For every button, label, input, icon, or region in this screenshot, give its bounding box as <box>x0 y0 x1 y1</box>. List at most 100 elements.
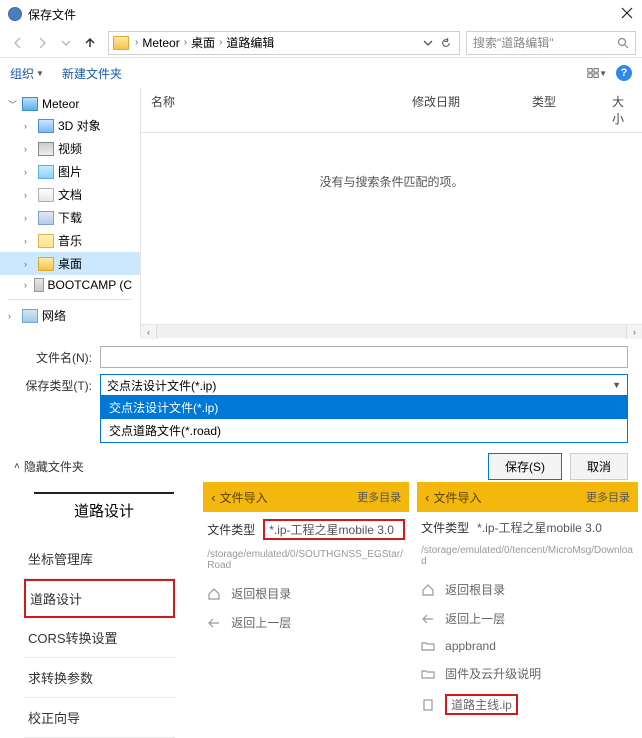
panel-header: ‹ 文件导入 更多目录 <box>417 482 638 512</box>
file-name: 道路主线.ip <box>445 694 518 715</box>
filename-label: 文件名(N): <box>14 349 100 366</box>
sidebar-item-drive-c[interactable]: ›BOOTCAMP (C <box>0 275 140 295</box>
filetype-value[interactable]: *.ip-工程之星mobile 3.0 <box>477 519 634 536</box>
panel-title: 文件导入 <box>220 489 268 506</box>
sidebar-item-downloads[interactable]: ›下载 <box>0 206 140 229</box>
scroll-right-icon[interactable]: › <box>626 325 642 339</box>
sidebar-item-video[interactable]: ›视频 <box>0 137 140 160</box>
home-icon <box>421 583 435 597</box>
document-icon <box>38 188 54 202</box>
organize-button[interactable]: 组织▼ <box>10 65 44 82</box>
empty-message: 没有与搜索条件匹配的项。 <box>141 133 642 324</box>
hide-folders-toggle[interactable]: ˄ 隐藏文件夹 <box>14 458 84 475</box>
file-item[interactable]: 道路主线.ip <box>417 688 638 721</box>
download-icon <box>38 211 54 225</box>
go-up-button[interactable]: 返回上一层 <box>417 604 638 633</box>
menu-item-cors[interactable]: CORS转换设置 <box>24 618 175 658</box>
current-path: /storage/emulated/0/SOUTHGNSS_EGStar/Roa… <box>203 547 409 579</box>
filetype-value[interactable]: *.ip-工程之星mobile 3.0 <box>263 519 405 540</box>
sidebar-item-desktop[interactable]: ›桌面 <box>0 252 140 275</box>
filename-input[interactable] <box>100 346 628 368</box>
breadcrumb-item[interactable]: Meteor <box>140 36 181 50</box>
app-icon <box>8 7 22 21</box>
folder-icon <box>421 639 435 653</box>
music-icon <box>38 234 54 248</box>
sidebar-item-documents[interactable]: ›文档 <box>0 183 140 206</box>
horizontal-scrollbar[interactable]: ‹ › <box>141 324 642 338</box>
close-button[interactable] <box>620 6 634 23</box>
column-type[interactable]: 类型 <box>522 88 602 132</box>
chevron-right-icon: › <box>182 37 189 48</box>
breadcrumb-item[interactable]: 道路编辑 <box>224 34 276 51</box>
filetype-label: 保存类型(T): <box>14 377 100 394</box>
search-placeholder: 搜索"道路编辑" <box>473 34 554 51</box>
menu-title: 道路设计 <box>34 492 174 529</box>
new-folder-button[interactable]: 新建文件夹 <box>62 65 122 82</box>
filetype-label: 文件类型 <box>207 521 257 538</box>
back-icon[interactable]: ‹ <box>211 490 215 505</box>
column-date[interactable]: 修改日期 <box>402 88 522 132</box>
column-size[interactable]: 大小 <box>602 88 642 132</box>
panel-header: ‹ 文件导入 更多目录 <box>203 482 409 512</box>
filetype-select[interactable]: 交点法设计文件(*.ip) ▼ <box>100 374 628 396</box>
sidebar-item-music[interactable]: ›音乐 <box>0 229 140 252</box>
menu-item-calibration[interactable]: 校正向导 <box>24 698 175 738</box>
file-icon <box>421 698 435 712</box>
nav-back-button[interactable] <box>6 31 30 55</box>
menu-item-road-design[interactable]: 道路设计 <box>24 579 175 618</box>
nav-forward-button[interactable] <box>30 31 54 55</box>
chevron-right-icon: › <box>217 37 224 48</box>
menu-item-transform-params[interactable]: 求转换参数 <box>24 658 175 698</box>
current-path: /storage/emulated/0/tencent/MicroMsg/Dow… <box>417 543 638 575</box>
go-root-button[interactable]: 返回根目录 <box>203 579 409 608</box>
help-button[interactable]: ? <box>616 65 632 81</box>
sidebar-item-pictures[interactable]: ›图片 <box>0 160 140 183</box>
view-options-button[interactable]: ▼ <box>586 62 608 84</box>
menu-item-coord-lib[interactable]: 坐标管理库 <box>24 539 175 579</box>
save-button[interactable]: 保存(S) <box>488 453 562 480</box>
panel-title: 文件导入 <box>434 489 482 506</box>
filetype-option[interactable]: 交点道路文件(*.road) <box>101 419 627 442</box>
folder-item[interactable]: appbrand <box>417 633 638 659</box>
chevron-up-icon: ˄ <box>14 461 20 472</box>
sidebar-item-network[interactable]: ›网络 <box>0 304 140 327</box>
scroll-left-icon[interactable]: ‹ <box>141 325 157 339</box>
sidebar-item-3dobjects[interactable]: ›3D 对象 <box>0 114 140 137</box>
search-input[interactable]: 搜索"道路编辑" <box>466 31 636 55</box>
refresh-button[interactable] <box>437 38 455 48</box>
dialog-title: 保存文件 <box>28 6 76 23</box>
filetype-option[interactable]: 交点法设计文件(*.ip) <box>101 396 627 419</box>
drive-icon <box>34 278 44 292</box>
home-icon <box>207 587 221 601</box>
sidebar: ﹀Meteor ›3D 对象 ›视频 ›图片 ›文档 ›下载 ›音乐 ›桌面 ›… <box>0 88 140 338</box>
back-icon[interactable]: ‹ <box>425 490 429 505</box>
more-dirs-button[interactable]: 更多目录 <box>357 489 401 505</box>
address-bar[interactable]: › Meteor › 桌面 › 道路编辑 <box>108 31 460 55</box>
cube-icon <box>38 119 54 133</box>
nav-up-button[interactable] <box>78 31 102 55</box>
folder-icon <box>38 257 54 271</box>
go-root-button[interactable]: 返回根目录 <box>417 575 638 604</box>
file-import-panel-2: ‹ 文件导入 更多目录 文件类型 *.ip-工程之星mobile 3.0 /st… <box>413 482 642 732</box>
breadcrumb-item[interactable]: 桌面 <box>189 34 217 51</box>
sidebar-item-pc[interactable]: ﹀Meteor <box>0 94 140 114</box>
nav-recent-button[interactable] <box>54 31 78 55</box>
column-name[interactable]: 名称 <box>141 88 402 132</box>
road-design-menu: 道路设计 坐标管理库 道路设计 CORS转换设置 求转换参数 校正向导 <box>0 482 199 732</box>
go-up-button[interactable]: 返回上一层 <box>203 608 409 637</box>
filetype-label: 文件类型 <box>421 519 471 536</box>
more-dirs-button[interactable]: 更多目录 <box>586 489 630 505</box>
save-file-dialog: 保存文件 › Meteor › 桌面 › 道路编辑 搜索"道路编辑" <box>0 0 642 426</box>
column-header-row: 名称 修改日期 类型 大小 <box>141 88 642 133</box>
filetype-dropdown-list: 交点法设计文件(*.ip) 交点道路文件(*.road) <box>100 396 628 443</box>
nav-bar: › Meteor › 桌面 › 道路编辑 搜索"道路编辑" <box>0 28 642 58</box>
search-icon <box>617 37 629 49</box>
file-list: 名称 修改日期 类型 大小 没有与搜索条件匹配的项。 ‹ › <box>140 88 642 338</box>
chevron-right-icon: › <box>133 37 140 48</box>
cancel-button[interactable]: 取消 <box>570 453 628 480</box>
address-dropdown[interactable] <box>419 38 437 48</box>
titlebar: 保存文件 <box>0 0 642 28</box>
toolbar: 组织▼ 新建文件夹 ▼ ? <box>0 58 642 88</box>
network-icon <box>22 309 38 323</box>
folder-item[interactable]: 固件及云升级说明 <box>417 659 638 688</box>
